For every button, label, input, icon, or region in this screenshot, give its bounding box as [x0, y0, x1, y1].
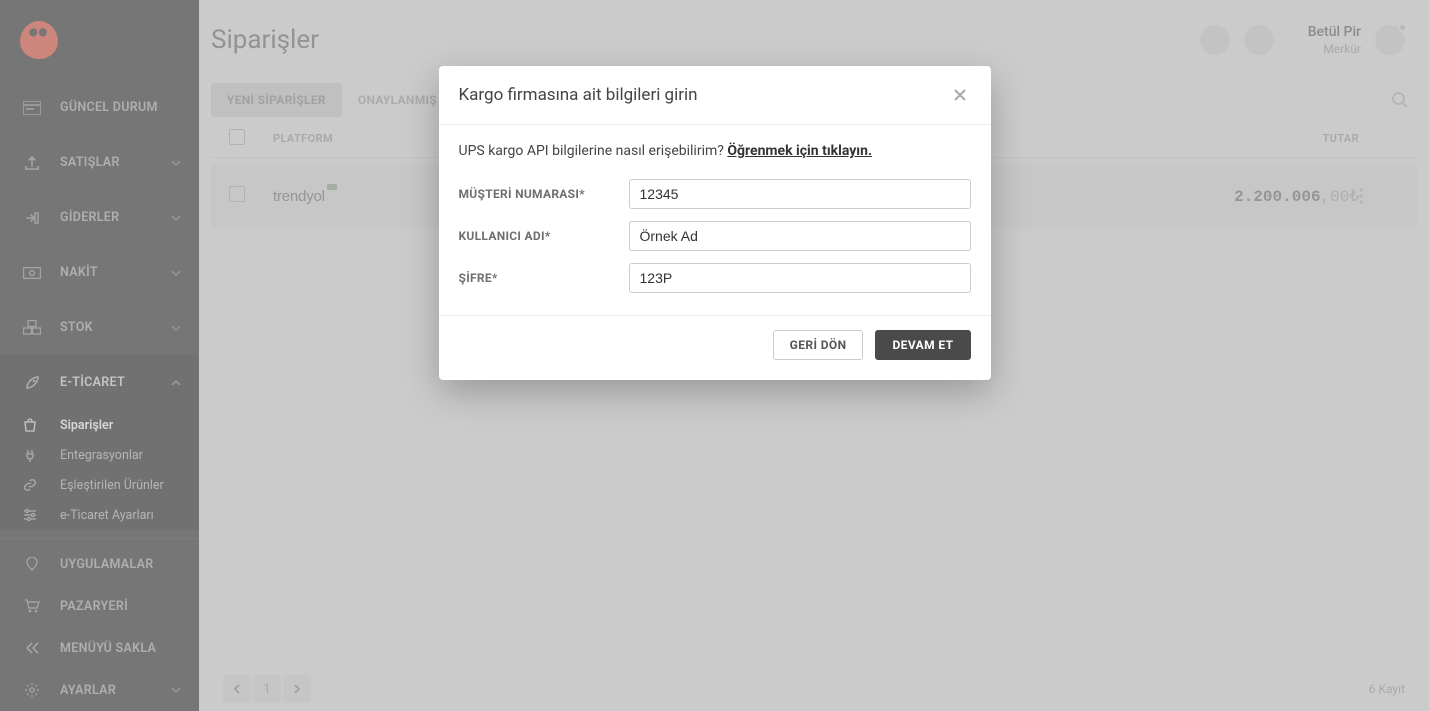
field-username: KULLANICI ADI* [459, 221, 971, 251]
continue-button[interactable]: DEVAM ET [875, 330, 970, 360]
username-input[interactable] [629, 221, 971, 251]
modal-header: Kargo firmasına ait bilgileri girin [439, 66, 991, 125]
back-button[interactable]: GERİ DÖN [773, 330, 864, 360]
modal-close-button[interactable] [949, 84, 971, 106]
customer-no-input[interactable] [629, 179, 971, 209]
field-customer-no: MÜŞTERİ NUMARASI* [459, 179, 971, 209]
api-help-prefix: UPS kargo API bilgilerine nasıl erişebil… [459, 143, 728, 159]
modal-title: Kargo firmasına ait bilgileri girin [459, 85, 698, 105]
field-label: MÜŞTERİ NUMARASI* [459, 187, 629, 201]
modal-body: UPS kargo API bilgilerine nasıl erişebil… [439, 125, 991, 315]
modal-overlay: Kargo firmasına ait bilgileri girin UPS … [0, 0, 1429, 711]
field-label: KULLANICI ADI* [459, 229, 629, 243]
close-icon [953, 88, 967, 102]
api-help-link[interactable]: Öğrenmek için tıklayın. [727, 143, 872, 159]
password-input[interactable] [629, 263, 971, 293]
api-help-text: UPS kargo API bilgilerine nasıl erişebil… [459, 143, 971, 159]
field-label: ŞİFRE* [459, 271, 629, 285]
field-password: ŞİFRE* [459, 263, 971, 293]
modal-footer: GERİ DÖN DEVAM ET [439, 315, 991, 380]
modal: Kargo firmasına ait bilgileri girin UPS … [439, 66, 991, 380]
